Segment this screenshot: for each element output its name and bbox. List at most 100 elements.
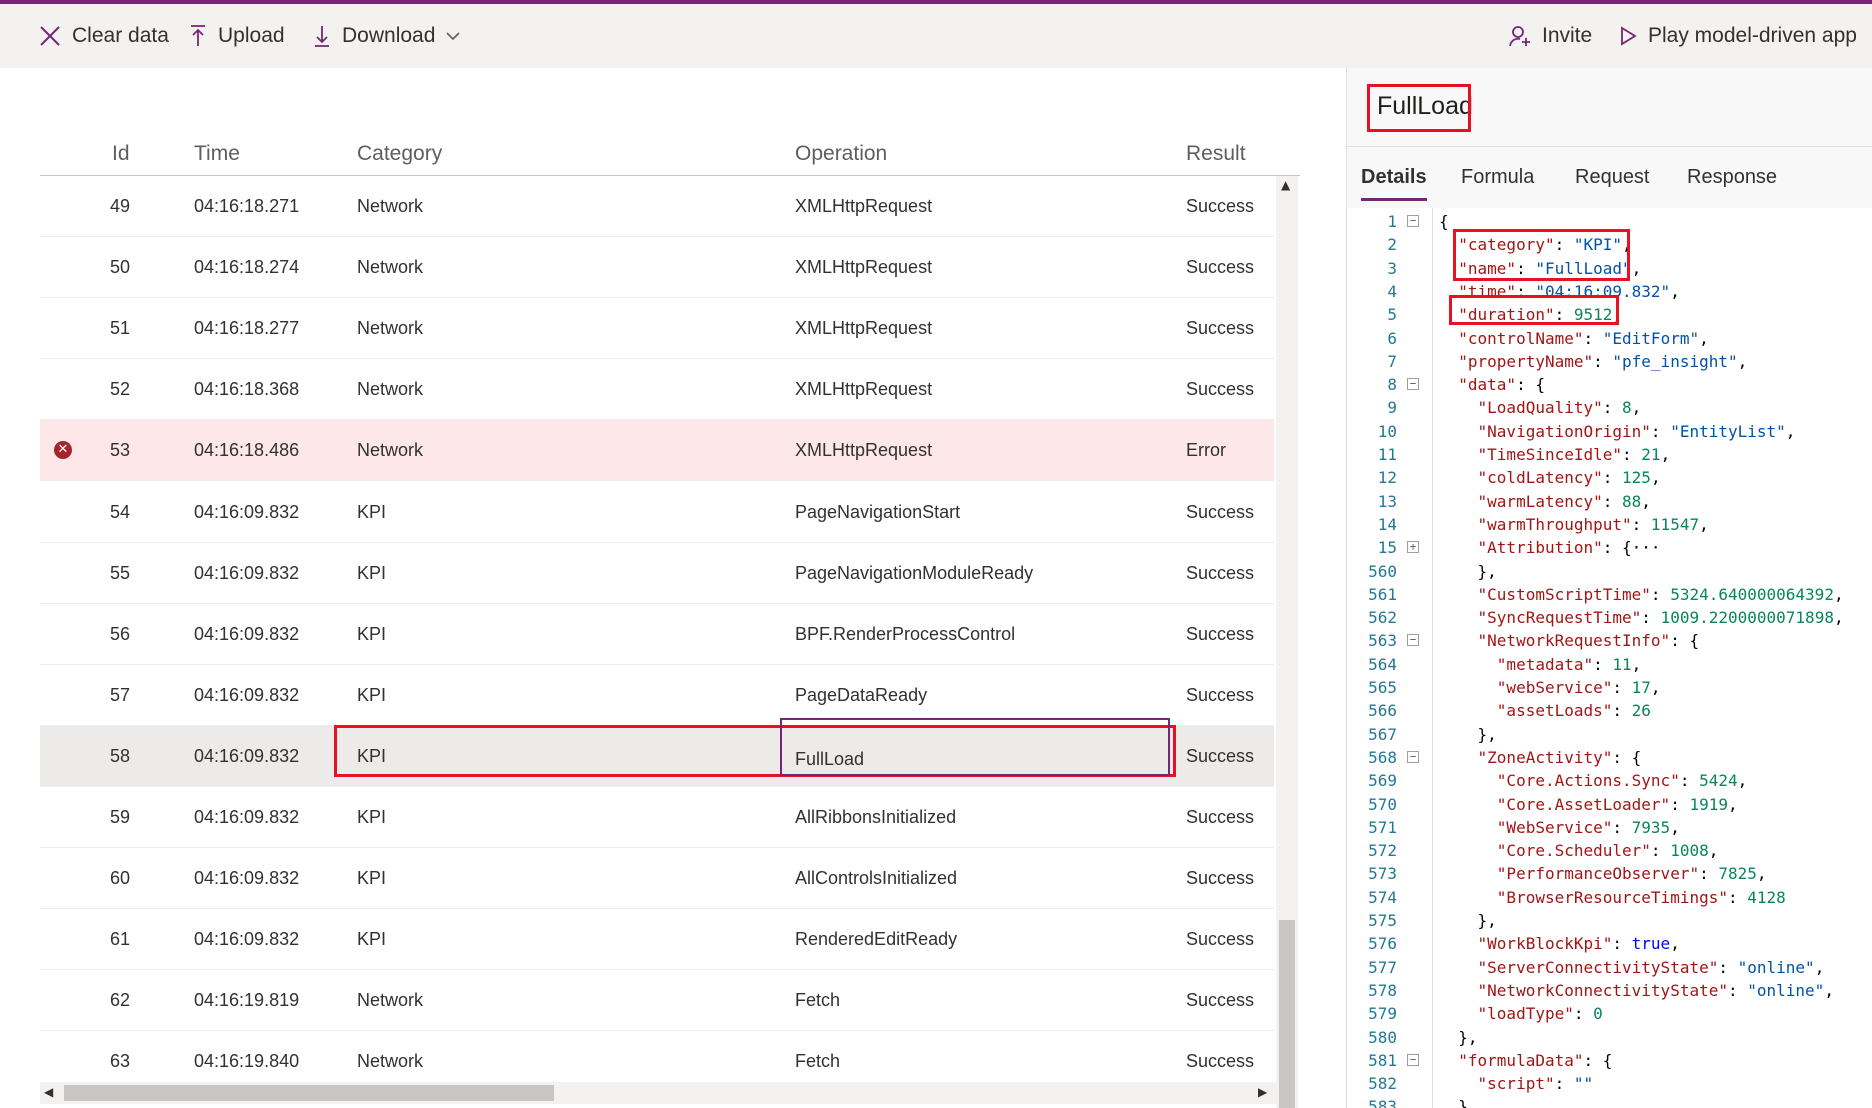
upload-button[interactable]: Upload: [188, 4, 285, 68]
scroll-right-arrow-icon[interactable]: ▶: [1258, 1085, 1267, 1099]
invite-button[interactable]: Invite: [1508, 4, 1592, 68]
play-label: Play model-driven app: [1648, 24, 1857, 47]
line-number: 577: [1368, 957, 1397, 977]
cell-category: KPI: [357, 807, 387, 827]
column-header-result[interactable]: Result: [1186, 132, 1246, 176]
code-text: "ServerConnectivityState": "online",: [1477, 957, 1825, 977]
table-row[interactable]: 49 04:16:18.271 Network XMLHttpRequest Succe…: [40, 176, 1274, 237]
download-label: Download: [342, 24, 436, 47]
table-row[interactable]: 57 04:16:09.832 KPI PageDataReady Success: [40, 665, 1274, 726]
table-row[interactable]: 60 04:16:09.832 KPI AllControlsInitialized S…: [40, 848, 1274, 910]
cell-result: Success: [1186, 868, 1255, 889]
code-line: 561 "CustomScriptTime": 5324.64000006439…: [1347, 583, 1872, 606]
cell-category: Network: [357, 379, 424, 400]
line-number: 576: [1368, 934, 1397, 954]
collapse-icon[interactable]: −: [1407, 1053, 1419, 1066]
cell-result: Success: [1186, 379, 1255, 400]
category-name-highlight-box: [1453, 229, 1630, 281]
code-text: "formulaData": {: [1458, 1050, 1613, 1070]
line-number: 571: [1368, 817, 1397, 837]
table-row[interactable]: 52 04:16:18.368 Network XMLHttpRequest Succe…: [40, 359, 1274, 421]
cell-result: Success: [1186, 990, 1255, 1011]
code-text: "propertyName": "pfe_insight",: [1458, 351, 1748, 371]
code-text: "NavigationOrigin": "EntityList",: [1477, 421, 1796, 441]
collapse-icon[interactable]: −: [1407, 215, 1419, 227]
line-number: 1: [1387, 212, 1397, 231]
cell-operation: Fetch: [795, 1051, 841, 1072]
table-row[interactable]: 62 04:16:19.819 Network Fetch Success: [40, 970, 1274, 1032]
cell-category: Network: [357, 257, 424, 278]
code-line: 578 "NetworkConnectivityState": "online"…: [1347, 979, 1872, 1002]
line-number: 562: [1368, 608, 1397, 628]
column-header-time[interactable]: Time: [194, 132, 240, 176]
collapse-icon[interactable]: −: [1407, 378, 1419, 391]
table-row[interactable]: 63 04:16:19.840 Network Fetch Success: [40, 1031, 1274, 1084]
column-header-id[interactable]: Id: [112, 132, 130, 176]
vertical-scroll-thumb[interactable]: [1279, 920, 1295, 1108]
line-number: 8: [1387, 375, 1397, 395]
download-button[interactable]: Download: [312, 4, 461, 68]
code-text: },: [1439, 911, 1497, 930]
code-line: 9 "LoadQuality": 8,: [1347, 396, 1872, 419]
cell-id: 60: [110, 868, 131, 889]
tab-response[interactable]: Response: [1687, 147, 1777, 207]
code-line: 8− "data": {: [1347, 373, 1872, 396]
column-header-operation[interactable]: Operation: [795, 132, 887, 176]
code-line: 567 },: [1347, 723, 1872, 746]
table-row[interactable]: 54 04:16:09.832 KPI PageNavigationStart Succ…: [40, 482, 1274, 543]
tab-formula[interactable]: Formula: [1461, 147, 1534, 207]
json-code-viewer[interactable]: 1−{2 "category": "KPI", 3 "name": "FullLo…: [1347, 208, 1872, 1108]
duration-highlight-box: [1449, 295, 1619, 325]
cell-result: Success: [1186, 807, 1255, 827]
column-header-category[interactable]: Category: [357, 132, 442, 176]
vertical-scrollbar[interactable]: ▲ ▼: [1276, 176, 1298, 1108]
cell-category: Network: [357, 990, 424, 1011]
chevron-down-icon[interactable]: [445, 30, 461, 42]
scroll-left-arrow-icon[interactable]: ◀: [44, 1085, 53, 1099]
horizontal-scroll-thumb[interactable]: [64, 1085, 554, 1101]
cell-time: 04:16:09.832: [194, 684, 300, 705]
line-number: 4: [1387, 281, 1397, 301]
cell-result: Success: [1186, 318, 1255, 339]
collapse-icon[interactable]: −: [1407, 634, 1419, 647]
cell-result: Success: [1186, 1051, 1255, 1072]
code-text: "NetworkRequestInfo": {: [1477, 631, 1700, 651]
line-number: 568: [1368, 747, 1397, 767]
cell-time: 04:16:18.274: [194, 257, 300, 278]
cell-operation: XMLHttpRequest: [795, 257, 933, 278]
line-number: 582: [1368, 1074, 1397, 1094]
cell-result: Success: [1186, 196, 1255, 216]
code-text: },: [1439, 724, 1497, 744]
table-row[interactable]: 61 04:16:09.832 KPI RenderedEditReady Succes…: [40, 909, 1274, 971]
scroll-up-arrow-icon[interactable]: ▲: [1281, 178, 1290, 192]
play-model-driven-app-button[interactable]: Play model-driven app: [1618, 4, 1857, 68]
horizontal-scrollbar[interactable]: ◀ ▶: [40, 1082, 1276, 1104]
collapse-icon[interactable]: −: [1407, 750, 1419, 763]
details-tabs: Details Formula Request Response: [1347, 146, 1872, 206]
table-row[interactable]: 55 04:16:09.832 KPI PageNavigationModuleRea…: [40, 543, 1274, 604]
line-number: 12: [1377, 468, 1397, 488]
table-row[interactable]: 56 04:16:09.832 KPI BPF.RenderProcessContro…: [40, 604, 1274, 665]
line-number: 580: [1368, 1027, 1397, 1047]
cell-result: Success: [1186, 501, 1255, 522]
line-number: 566: [1368, 701, 1397, 721]
tab-details[interactable]: Details: [1361, 147, 1427, 207]
cell-time: 04:16:18.368: [194, 379, 300, 400]
cell-operation: AllControlsInitialized: [795, 868, 958, 889]
table-row[interactable]: ✕ 53 04:16:18.486 Network XMLHttpRequest Erro…: [40, 420, 1274, 482]
table-row[interactable]: 59 04:16:09.832 KPI AllRibbonsInitialized Su…: [40, 787, 1274, 848]
cell-time: 04:16:19.840: [194, 1051, 300, 1072]
cell-category: Network: [357, 318, 424, 339]
cell-category: KPI: [357, 562, 387, 583]
tab-request[interactable]: Request: [1575, 147, 1650, 207]
cell-id: 56: [110, 623, 131, 644]
expand-icon[interactable]: +: [1407, 541, 1419, 554]
table-row[interactable]: 50 04:16:18.274 Network XMLHttpRequest Succe…: [40, 237, 1274, 299]
cell-operation: XMLHttpRequest: [795, 440, 933, 461]
table-row[interactable]: 51 04:16:18.277 Network XMLHttpRequest Succe…: [40, 298, 1274, 360]
code-line: 12 "coldLatency": 125,: [1347, 466, 1872, 489]
clear-data-button[interactable]: Clear data: [38, 4, 169, 68]
cell-category: Network: [357, 440, 424, 461]
code-line: 575 },: [1347, 909, 1872, 932]
code-line: 6 "controlName": "EditForm",: [1347, 327, 1872, 350]
